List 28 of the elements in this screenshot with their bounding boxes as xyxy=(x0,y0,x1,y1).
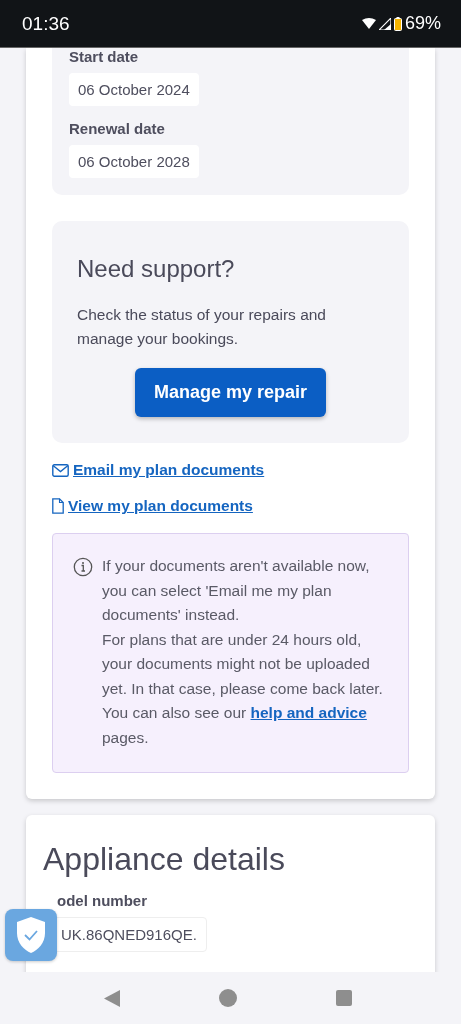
back-icon[interactable] xyxy=(104,989,121,1007)
section-heading: Appliance details xyxy=(43,841,286,878)
document-link[interactable]: View my plan documents xyxy=(68,497,253,515)
field-label: odel number xyxy=(56,892,148,911)
recents-icon[interactable] xyxy=(335,990,352,1006)
shield-check-icon xyxy=(16,916,46,954)
info-text: For plans that are under 24 hours old, your documents might not be uploaded yet. In that case, please come back later. xyxy=(102,629,384,699)
info-icon xyxy=(73,557,93,577)
manage-repair-button[interactable]: Manage my repair xyxy=(134,368,327,417)
clock-time: 01:36 xyxy=(22,12,70,35)
support-text: Check the status of your repairs and manage your bookings. xyxy=(77,305,327,349)
date-value: 06 October 2028 xyxy=(69,145,199,178)
info-text: If your documents aren't available now, you can select 'Email me my plan documents' instead. xyxy=(102,556,371,625)
security-badge[interactable] xyxy=(5,909,57,961)
document-icon xyxy=(52,498,64,514)
battery-level: 69% xyxy=(404,13,441,34)
date-label: Renewal date xyxy=(69,120,166,139)
signal-icon xyxy=(378,17,391,30)
info-text: You can also see our help and advice pages. xyxy=(102,703,368,748)
envelope-icon xyxy=(52,463,69,477)
date-value: 06 October 2024 xyxy=(69,73,199,106)
wifi-icon xyxy=(361,18,376,29)
document-link[interactable]: Email my plan documents xyxy=(73,461,265,479)
home-icon[interactable] xyxy=(219,989,237,1007)
date-label: Start date xyxy=(69,48,140,67)
help-link[interactable]: help and advice xyxy=(250,704,367,721)
support-heading: Need support? xyxy=(77,255,236,283)
battery-icon xyxy=(393,16,402,31)
